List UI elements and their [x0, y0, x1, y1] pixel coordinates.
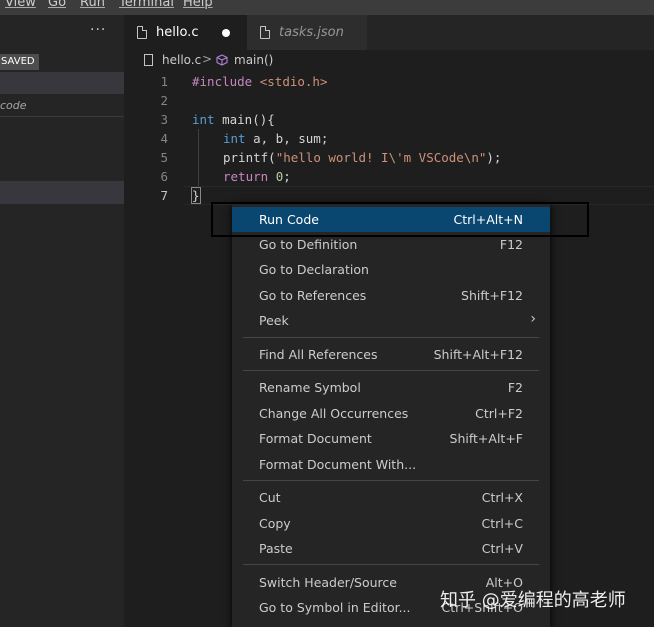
chevron-right-icon: > — [202, 52, 213, 66]
menu-item-paste[interactable]: Paste Ctrl+V — [232, 536, 550, 561]
menu-separator — [243, 564, 539, 565]
code-line-1: #include <stdio.h> — [192, 74, 327, 89]
menu-item-shortcut: Shift+Alt+F12 — [433, 347, 523, 362]
menu-item-shortcut: Ctrl+C — [481, 516, 523, 531]
token-brace: } — [191, 187, 201, 204]
tab-bar: hello.c tasks.json — [124, 15, 654, 50]
menu-item-label: Go to Declaration — [259, 262, 369, 277]
menu-item-cut[interactable]: Cut Ctrl+X — [232, 485, 550, 510]
breadcrumb: hello.c > main() — [124, 50, 654, 72]
menu-item-label: Cut — [259, 490, 281, 505]
menu-help[interactable]: Help — [183, 0, 213, 10]
tab-label: hello.c — [156, 25, 199, 40]
line-number: 1 — [160, 74, 168, 89]
token-type: int — [192, 112, 215, 127]
menu-item-label: Rename Symbol — [259, 380, 361, 395]
explorer-sidebar: ··· SAVED code — [0, 15, 124, 627]
menu-item-format-document[interactable]: Format Document Shift+Alt+F — [232, 426, 550, 451]
menu-item-go-to-references[interactable]: Go to References Shift+F12 — [232, 283, 550, 308]
menu-terminal[interactable]: Terminal — [119, 0, 174, 10]
line-number: 6 — [160, 169, 168, 184]
sidebar-divider — [0, 116, 124, 117]
breadcrumb-file[interactable]: hello.c — [162, 53, 201, 67]
watermark: 知乎 @爱编程的高老师 — [440, 590, 626, 611]
line-number: 7 — [160, 188, 168, 203]
code-line-7: } — [191, 187, 201, 204]
unsaved-dot-icon[interactable] — [222, 29, 230, 37]
code-line-5: printf("hello world! I\'m VSCode\n"); — [223, 150, 501, 165]
menu-item-label: Go to Definition — [259, 237, 358, 252]
menu-run[interactable]: Run — [80, 0, 105, 10]
token-directive: #include — [192, 74, 253, 89]
editor-context-menu: Run Code Ctrl+Alt+N Go to Definition F12… — [232, 203, 550, 627]
token-keyword: return — [223, 169, 269, 184]
chevron-right-icon: › — [530, 311, 536, 327]
token-function: printf( — [223, 150, 276, 165]
tab-label: tasks.json — [279, 25, 344, 40]
menu-item-shortcut: Shift+Alt+F — [449, 431, 523, 446]
menu-item-shortcut: Shift+F12 — [461, 288, 523, 303]
menu-item-shortcut: Ctrl+V — [481, 541, 523, 556]
menu-item-label: Format Document — [259, 431, 372, 446]
menu-item-format-document-with[interactable]: Format Document With... — [232, 452, 550, 477]
menu-separator — [243, 480, 539, 481]
menu-item-label: Find All References — [259, 347, 378, 362]
menu-item-label: Switch Header/Source — [259, 575, 397, 590]
file-icon — [260, 26, 270, 39]
token-type: int — [223, 131, 246, 146]
file-icon — [137, 26, 147, 39]
breadcrumb-symbol[interactable]: main() — [234, 53, 273, 67]
menu-item-find-all-references[interactable]: Find All References Shift+Alt+F12 — [232, 342, 550, 367]
menu-separator — [243, 337, 539, 338]
menu-item-label: Copy — [259, 516, 291, 531]
saved-badge: SAVED — [0, 54, 39, 70]
code-line-4: int a, b, sum; — [223, 131, 328, 146]
more-actions-icon[interactable]: ··· — [90, 22, 106, 38]
token-string: "hello world! I\'m VSCode\n" — [275, 150, 487, 165]
menu-item-shortcut: Ctrl+F2 — [475, 406, 523, 421]
tab-tasks-json[interactable]: tasks.json — [247, 15, 367, 50]
menu-go[interactable]: Go — [48, 0, 66, 10]
line-number: 4 — [160, 131, 168, 146]
menu-item-peek[interactable]: Peek › — [232, 308, 550, 333]
token-header: <stdio.h> — [252, 74, 328, 89]
menu-item-copy[interactable]: Copy Ctrl+C — [232, 511, 550, 536]
menu-bar: View Go Run Terminal Help — [0, 0, 654, 15]
file-icon — [144, 54, 153, 66]
menu-item-change-all-occurrences[interactable]: Change All Occurrences Ctrl+F2 — [232, 401, 550, 426]
code-line-3: int main(){ — [192, 112, 275, 127]
menu-item-label: Go to Symbol in Editor... — [259, 600, 411, 615]
menu-item-label: Paste — [259, 541, 293, 556]
tab-hello-c[interactable]: hello.c — [124, 15, 247, 50]
line-number: 2 — [160, 93, 168, 108]
menu-item-label: Go to References — [259, 288, 367, 303]
token-text: ; — [283, 169, 291, 184]
menu-item-shortcut: F12 — [499, 237, 523, 252]
line-number: 5 — [160, 150, 168, 165]
method-cube-icon — [216, 54, 228, 66]
menu-item-label: Format Document With... — [259, 457, 417, 472]
line-number: 3 — [160, 112, 168, 127]
menu-item-label: Peek — [259, 313, 289, 328]
indent-guide — [198, 129, 199, 186]
folder-label[interactable]: code — [0, 99, 27, 112]
annotation-highlight-box — [211, 202, 589, 237]
code-line-6: return 0; — [223, 169, 291, 184]
menu-item-shortcut: F2 — [507, 380, 523, 395]
token-text: ); — [486, 150, 502, 165]
menu-item-rename-symbol[interactable]: Rename Symbol F2 — [232, 375, 550, 400]
menu-view[interactable]: View — [5, 0, 36, 10]
token-text: main(){ — [214, 112, 275, 127]
menu-item-shortcut: Ctrl+X — [481, 490, 523, 505]
menu-item-go-to-declaration[interactable]: Go to Declaration — [232, 257, 550, 282]
selected-file-row[interactable] — [0, 181, 124, 204]
token-text: a, b, sum; — [245, 131, 329, 146]
open-editors-row[interactable] — [0, 72, 124, 94]
menu-separator — [243, 370, 539, 371]
menu-item-label: Change All Occurrences — [259, 406, 409, 421]
